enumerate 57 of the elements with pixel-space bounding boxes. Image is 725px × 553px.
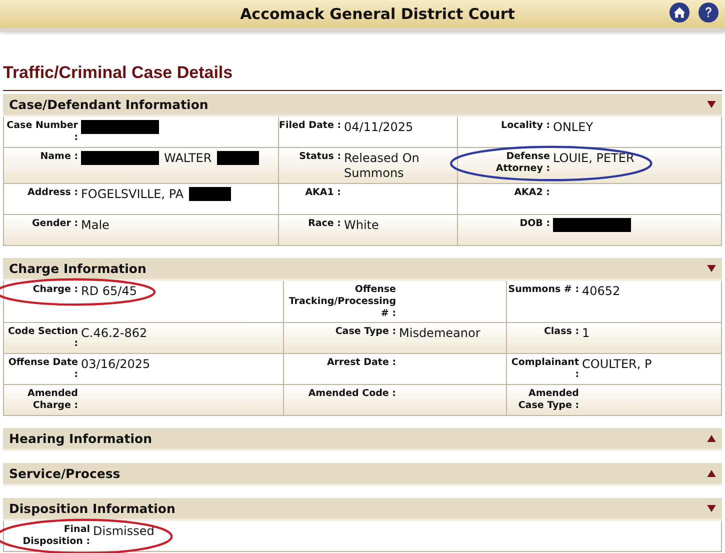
field-value: COULTER, P [582, 357, 652, 372]
field-label: Case Type : [334, 326, 397, 338]
field-label: Filed Date : [279, 120, 342, 132]
section-header[interactable]: Hearing Information [3, 428, 722, 451]
field-label: Amended Code : [307, 388, 397, 400]
field-value: 03/16/2025 [81, 357, 150, 372]
collapse-arrow-icon[interactable] [707, 265, 716, 272]
field-value: Released On Summons [344, 151, 420, 181]
home-icon[interactable] [669, 2, 690, 23]
field-value: 40652 [582, 284, 620, 299]
collapse-arrow-icon[interactable] [707, 101, 716, 108]
field-value: 04/11/2025 [344, 120, 414, 135]
field-label: Arrest Date : [326, 357, 397, 369]
collapse-arrow-icon[interactable] [707, 435, 716, 442]
field-value: Male [81, 218, 110, 233]
field-label: Gender : [30, 218, 79, 230]
section-header[interactable]: Charge Information [3, 258, 722, 281]
field-label: Charge : [32, 284, 79, 296]
field-label: Amended Charge : [26, 388, 79, 412]
collapse-arrow-icon[interactable] [707, 505, 716, 512]
court-title: Accomack General District Court [240, 5, 515, 23]
redaction-bar [216, 151, 259, 165]
field-value: C.46.2-862 [81, 326, 148, 341]
field-value: FOGELSVILLE, PA [81, 187, 184, 202]
field-label: Name : [39, 151, 79, 163]
section-header[interactable]: Service/Process [3, 463, 722, 486]
field-value: Misdemeanor [399, 326, 480, 341]
field-value: ONLEY [553, 120, 594, 135]
field-value: 1 [582, 326, 590, 341]
field-label: Address : [26, 187, 79, 199]
field-value: LOUIE, PETER [553, 151, 634, 166]
field-label: Offense Tracking/Processing # : [288, 284, 397, 320]
field-label: AKA2 : [513, 187, 551, 199]
field-label: Final Disposition : [22, 524, 91, 548]
field-label: Code Section : [6, 326, 79, 350]
field-label: Locality : [500, 120, 551, 132]
field-value: RD 65/45 [81, 284, 137, 299]
field-label: Summons # : [507, 284, 580, 296]
field-label: DOB : [518, 218, 551, 230]
field-label: Defense Attorney : [494, 151, 551, 175]
field-label: Amended Case Type : [517, 388, 580, 412]
field-label: Case Number : [6, 120, 79, 144]
field-label: Race : [307, 218, 342, 230]
field-label: Offense Date : [7, 357, 79, 381]
field-label: Status : [298, 151, 342, 163]
collapse-arrow-icon[interactable] [707, 470, 716, 477]
page-title: Traffic/Criminal Case Details [3, 62, 234, 84]
section-header[interactable]: Case/Defendant Information [3, 94, 722, 117]
help-icon[interactable] [698, 2, 719, 23]
field-value: White [344, 218, 379, 233]
field-value: WALTER [164, 151, 212, 166]
section-header[interactable]: Disposition Information [3, 498, 722, 521]
field-label: AKA1 : [304, 187, 342, 199]
field-value: Dismissed [93, 524, 154, 539]
field-label: Class : [542, 326, 580, 338]
redaction-bar [188, 187, 231, 201]
field-label: Complainant : [510, 357, 580, 381]
